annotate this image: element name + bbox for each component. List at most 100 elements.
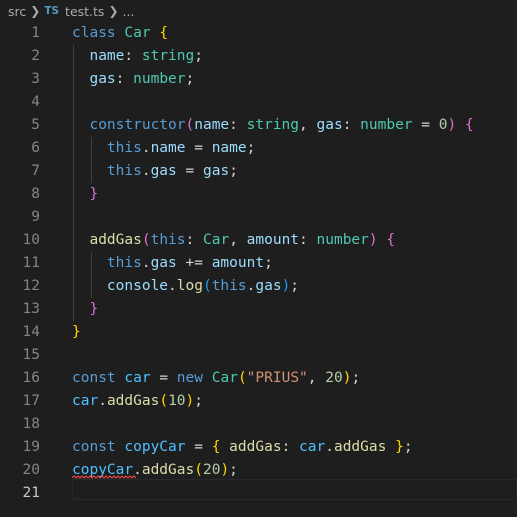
code-text: name: string; [72, 45, 203, 68]
line-number: 4 [31, 94, 40, 110]
code-line[interactable]: 3 gas: number; [0, 68, 517, 91]
code-token: ) [220, 462, 230, 478]
line-number: 2 [31, 48, 40, 64]
code-token: 20 [325, 370, 343, 386]
code-text: console.log(this.gas); [72, 275, 299, 298]
code-token: ; [403, 439, 413, 455]
code-token: ; [264, 255, 273, 271]
code-token: name [211, 140, 247, 156]
code-token: this [106, 255, 142, 271]
code-token: amount [246, 232, 300, 248]
code-line[interactable]: 10 addGas(this: Car, amount: number) { [0, 229, 517, 252]
code-text: } [72, 321, 81, 344]
code-token: name [89, 48, 125, 64]
code-token: this [211, 278, 247, 294]
code-text: car.addGas(10); [72, 390, 203, 413]
code-line[interactable]: 2 name: string; [0, 45, 517, 68]
code-token: : [281, 439, 300, 455]
code-line[interactable]: 5 constructor(name: string, gas: number … [0, 114, 517, 137]
code-token: ; [351, 370, 361, 386]
code-token: } [395, 439, 404, 455]
code-line[interactable]: 21 [0, 482, 517, 505]
code-text: this.gas = gas; [72, 160, 238, 183]
code-token: console [106, 278, 169, 294]
breadcrumb-file[interactable]: test.ts [65, 4, 104, 19]
breadcrumb: src ❯ TS test.ts ❯ ... [0, 0, 517, 22]
line-number: 18 [22, 416, 40, 432]
breadcrumb-more[interactable]: ... [123, 4, 135, 19]
line-number: 11 [22, 255, 40, 271]
code-line[interactable]: 4 [0, 91, 517, 114]
code-text: this.name = name; [72, 137, 255, 160]
code-token: : [185, 232, 203, 248]
line-number: 3 [31, 71, 40, 87]
code-token: name [194, 117, 230, 133]
breadcrumb-folder[interactable]: src [8, 4, 26, 19]
line-number: 17 [22, 393, 40, 409]
code-token: 20 [202, 462, 221, 478]
code-token: number [316, 232, 369, 248]
code-token: ( [185, 117, 195, 133]
code-text: const copyCar = { addGas: car.addGas }; [72, 436, 413, 459]
code-line[interactable]: 7 this.gas = gas; [0, 160, 517, 183]
code-text: this.gas += amount; [72, 252, 273, 275]
chevron-right-icon: ❯ [108, 4, 119, 18]
code-token: this [150, 232, 186, 248]
code-token: } [72, 324, 81, 340]
line-number: 6 [31, 140, 40, 156]
code-line[interactable]: 1 class Car { [0, 22, 517, 45]
code-token: { [159, 25, 169, 41]
code-token: car [124, 370, 151, 386]
code-line[interactable]: 12 console.log(this.gas); [0, 275, 517, 298]
code-token: log [176, 278, 203, 294]
code-token: addGas [141, 462, 195, 478]
code-token: addGas [333, 439, 387, 455]
code-line[interactable]: 8 } [0, 183, 517, 206]
code-line[interactable]: 16 const car = new Car("PRIUS", 20); [0, 367, 517, 390]
code-token: . [98, 393, 107, 409]
code-line[interactable]: 14} [0, 321, 517, 344]
code-editor[interactable]: src ❯ TS test.ts ❯ ... 1 class Car {2 nam… [0, 0, 517, 517]
code-line[interactable]: 13 } [0, 298, 517, 321]
code-token: name [150, 140, 186, 156]
code-line[interactable]: 15 [0, 344, 517, 367]
code-token: copyCar [124, 439, 186, 455]
code-token: = [185, 140, 212, 156]
code-token: ; [229, 462, 238, 478]
code-token: : [115, 71, 134, 87]
code-token: ) [185, 393, 195, 409]
code-text: addGas(this: Car, amount: number) { [72, 229, 395, 252]
code-token: addGas [229, 439, 282, 455]
code-token: ; [194, 393, 203, 409]
code-token: : [299, 232, 317, 248]
code-line[interactable]: 19 const copyCar = { addGas: car.addGas }… [0, 436, 517, 459]
code-text: const car = new Car("PRIUS", 20); [72, 367, 360, 390]
code-token: { [386, 232, 396, 248]
code-token: : [342, 117, 361, 133]
code-token: gas [202, 163, 230, 179]
code-text: constructor(name: string, gas: number = … [72, 114, 473, 137]
code-token: , [299, 117, 317, 133]
code-line[interactable]: 6 this.name = name; [0, 137, 517, 160]
code-line[interactable]: 9 [0, 206, 517, 229]
code-token: ; [246, 140, 256, 156]
code-token: ) [368, 232, 378, 248]
code-token: this [106, 163, 142, 179]
code-token: , [307, 370, 326, 386]
code-token: Car [211, 370, 238, 386]
code-line[interactable]: 18 [0, 413, 517, 436]
line-number: 7 [31, 163, 40, 179]
code-text: } [72, 298, 98, 321]
code-token: gas [316, 117, 343, 133]
line-number: 19 [22, 439, 40, 455]
code-line[interactable]: 11 this.gas += amount; [0, 252, 517, 275]
code-token: ( [159, 393, 169, 409]
code-line[interactable]: 17 car.addGas(10); [0, 390, 517, 413]
